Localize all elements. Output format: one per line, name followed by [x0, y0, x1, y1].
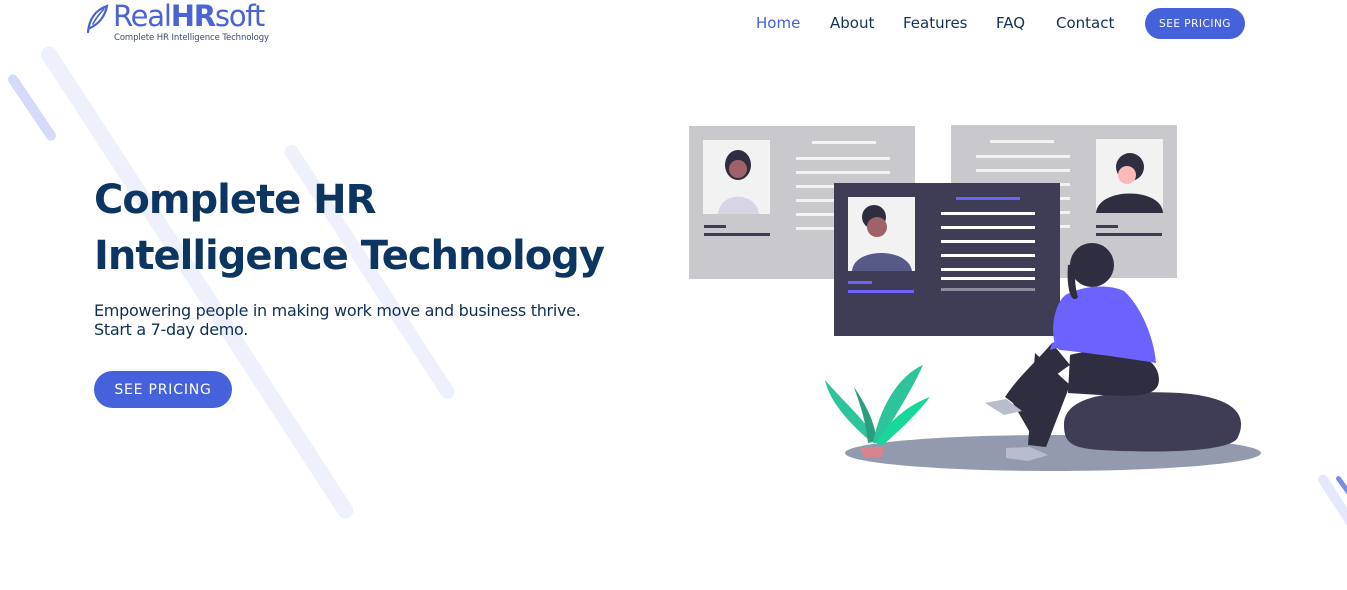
brand-tagline: Complete HR Intelligence Technology	[114, 33, 269, 43]
bean-bag	[1064, 392, 1242, 452]
hero-title-line: Intelligence Technology	[94, 233, 605, 279]
profile-card-center	[834, 183, 1060, 336]
brand-name-part: soft	[214, 0, 265, 33]
leaf-logo-icon	[86, 4, 109, 34]
hero-title-line: Complete HR	[94, 177, 376, 223]
nav-contact[interactable]: Contact	[1056, 14, 1114, 32]
hero-see-pricing-button[interactable]: SEE PRICING	[94, 371, 232, 408]
hero-subtitle: Empowering people in making work move an…	[94, 301, 654, 339]
brand-logo[interactable]: RealHRsoft Complete HR Intelligence Tech…	[85, 0, 285, 46]
nav-faq[interactable]: FAQ	[996, 14, 1025, 32]
hero-subtitle-line: Empowering people in making work move an…	[94, 301, 581, 320]
hero-subtitle-line: Start a 7-day demo.	[94, 320, 249, 339]
brand-name-bold: HR	[170, 0, 216, 33]
hero-title: Complete HR Intelligence Technology	[94, 172, 654, 284]
nav-about[interactable]: About	[830, 14, 874, 32]
nav-features[interactable]: Features	[903, 14, 968, 32]
hero-illustration	[689, 125, 1261, 471]
nav-home[interactable]: Home	[756, 14, 800, 32]
landing-page: RealHRsoft Complete HR Intelligence Tech…	[0, 0, 1347, 590]
decorative-streak	[6, 72, 58, 143]
brand-wordmark: RealHRsoft	[113, 0, 265, 33]
brand-name-part: Real	[113, 0, 172, 33]
nav-see-pricing-button[interactable]: SEE PRICING	[1145, 8, 1245, 39]
